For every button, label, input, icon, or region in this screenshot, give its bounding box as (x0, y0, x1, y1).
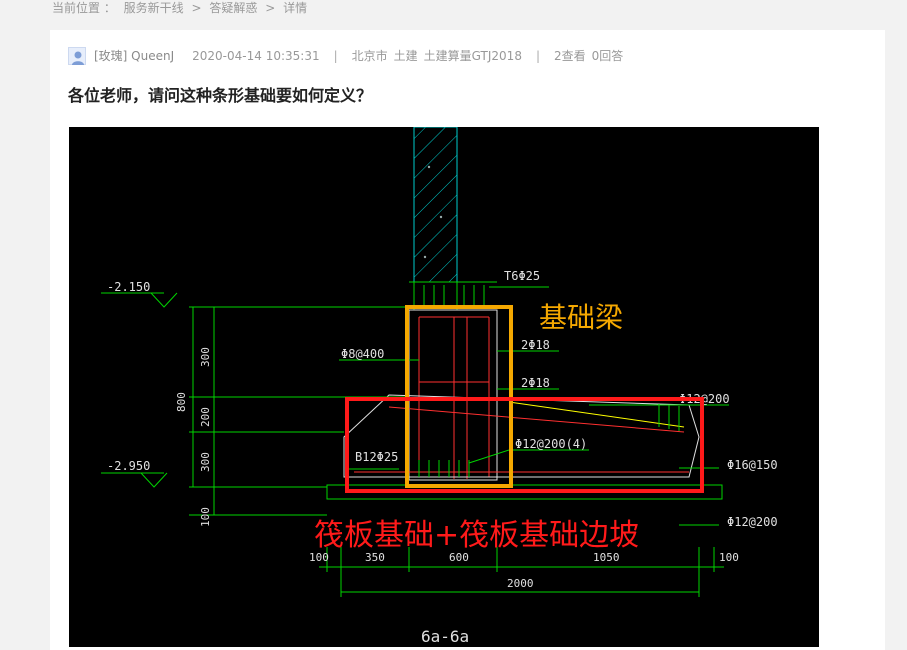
post-meta: [玫瑰] QueenJ 2020-04-14 10:35:31 | 北京市 土建… (68, 46, 623, 66)
rebar-label: Φ12@200(4) (515, 437, 587, 451)
rebar-label: Φ12@200 (727, 515, 778, 529)
question-card: [玫瑰] QueenJ 2020-04-14 10:35:31 | 北京市 土建… (50, 30, 885, 650)
dim-label: 2000 (507, 577, 534, 590)
rebar-label: B12Φ25 (355, 450, 398, 464)
breadcrumb-item-qa[interactable]: 答疑解惑 (209, 1, 257, 15)
rebar-label: T6Φ25 (504, 269, 540, 283)
category-tag: 土建 (393, 49, 418, 63)
breadcrumb-separator: > (265, 1, 276, 15)
foundation-section-drawing: -2.150 -2.950 T6Φ25 Φ8@400 2Φ18 2Φ18 Φ12… (101, 127, 778, 646)
breadcrumb-item-service[interactable]: 服务新干线 (124, 1, 184, 15)
dim-label: 300 (199, 452, 212, 472)
software-tag: 土建算量GTJ2018 (423, 49, 522, 63)
rebar-label: 2Φ18 (521, 376, 550, 390)
breadcrumb-label: 当前位置 ： (52, 1, 116, 15)
beam-annotation: 基础梁 (539, 301, 623, 334)
cad-drawing-image: -2.150 -2.950 T6Φ25 Φ8@400 2Φ18 2Φ18 Φ12… (69, 127, 819, 647)
elevation-label: -2.950 (107, 459, 150, 473)
meta-divider: | (333, 49, 338, 63)
rebar-label: Φ16@150 (727, 458, 778, 472)
raft-annotation: 筏板基础+筏板基础边坡 (314, 518, 639, 553)
breadcrumb: 当前位置 ： 服务新干线 > 答疑解惑 > 详情 (52, 0, 311, 16)
elevation-label: -2.150 (107, 280, 150, 294)
user-avatar-icon (72, 51, 84, 65)
author-name[interactable]: [玫瑰] QueenJ (94, 46, 174, 66)
dim-label: 300 (199, 347, 212, 367)
rebar-label: Φ8@400 (341, 347, 384, 361)
dim-label: 100 (719, 551, 739, 564)
region-tag: 北京市 (351, 49, 388, 63)
breadcrumb-separator: > (191, 1, 202, 15)
rebar-label: 2Φ18 (521, 338, 550, 352)
dim-label: 200 (199, 407, 212, 427)
breadcrumb-item-detail: 详情 (283, 1, 308, 15)
meta-divider: | (535, 49, 540, 63)
foundation-beam-outline (408, 309, 498, 481)
answer-count: 0回答 (591, 49, 624, 63)
question-title: 各位老师，请问这种条形基础要如何定义？ (68, 86, 373, 105)
post-datetime: 2020-04-14 10:35:31 (192, 49, 320, 63)
dim-label: 800 (175, 392, 188, 412)
view-count: 2查看 (554, 49, 586, 63)
avatar[interactable] (68, 47, 86, 65)
wall-column (413, 127, 458, 283)
dim-label: 100 (199, 507, 212, 527)
